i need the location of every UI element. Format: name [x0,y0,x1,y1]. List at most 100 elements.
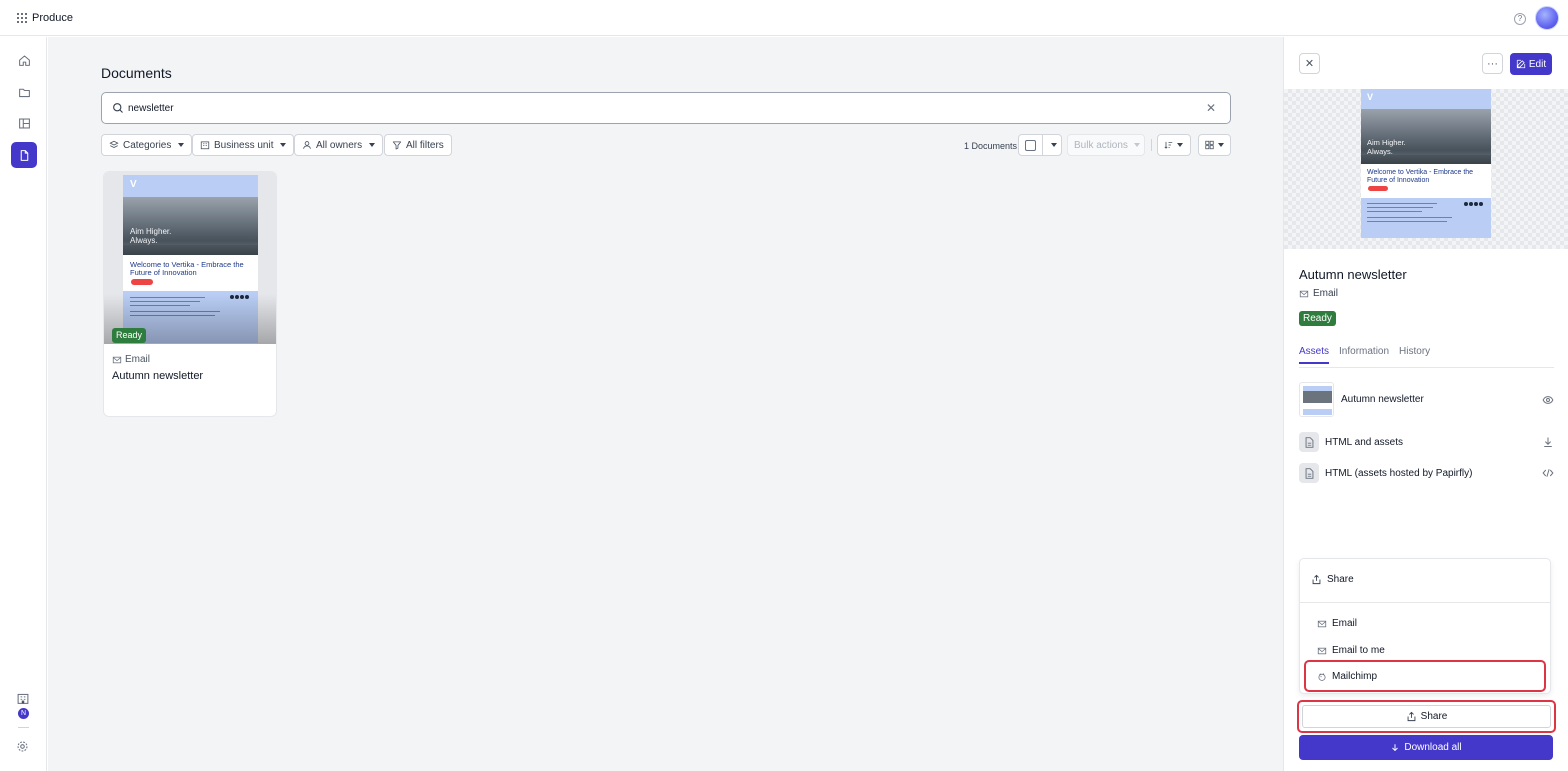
select-options-toggle[interactable] [1042,135,1061,155]
preview-tagline-2: Always. [1367,146,1393,156]
all-filters-button[interactable]: All filters [384,134,452,156]
download-all-label: Download all [1404,742,1462,753]
select-all-checkbox-cell[interactable] [1019,135,1042,155]
search-input[interactable] [128,100,1188,117]
download-icon [1392,743,1399,751]
app-switcher[interactable]: Produce [17,12,73,24]
menu-item-label: Email [1332,618,1358,629]
sidebar-item-documents[interactable] [11,142,37,168]
panel-tabs: Assets Information History [1299,346,1430,364]
asset-row[interactable]: HTML and assets [1299,432,1554,452]
email-icon [112,356,122,363]
sort-icon [1164,141,1173,149]
file-icon [1299,432,1319,452]
sidebar-item-templates[interactable] [11,110,37,136]
all-filters-label: All filters [406,139,444,151]
chevron-down-icon [178,143,185,147]
newsletter-cta [131,279,153,285]
brand-logo-icon: V [1367,92,1374,102]
menu-divider [1300,602,1550,603]
gear-icon [17,741,28,752]
document-icon [20,149,28,161]
owners-label: All owners [316,139,363,151]
user-icon [303,141,311,149]
share-button-inner[interactable]: Share [1302,705,1551,728]
email-icon [1299,290,1309,297]
edit-label: Edit [1528,58,1547,70]
share-menu: Share Email Email to me Mailchimp [1299,558,1551,694]
edit-icon [1516,59,1525,69]
tab-information[interactable]: Information [1339,346,1389,364]
search-icon [113,103,123,113]
asset-label: HTML and assets [1325,436,1403,448]
share-button[interactable]: Share [1297,700,1556,733]
categories-filter[interactable]: Categories [101,134,193,156]
email-icon [1317,647,1327,654]
tab-assets[interactable]: Assets [1299,346,1330,364]
sidebar-item-home[interactable] [11,47,37,73]
select-all-control[interactable] [1018,134,1062,156]
view-mode-button[interactable] [1198,134,1231,156]
document-name[interactable]: Autumn newsletter [112,370,203,382]
share-email-to-me-option[interactable]: Email to me [1317,645,1385,656]
clear-search-icon[interactable]: ✕ [1206,101,1216,115]
status-badge: Ready [1299,310,1336,326]
sidebar-divider [18,727,29,728]
share-icon [1312,574,1321,585]
ellipsis-icon: ··· [1487,57,1498,70]
more-options-button[interactable]: ··· [1482,53,1503,74]
toolbar-divider [1151,139,1152,151]
email-icon [1317,620,1327,627]
status-badge: Ready [112,327,147,343]
documents-main: Documents ✕ Categories Business unit All… [48,37,1283,771]
chevron-down-icon [1218,143,1224,147]
eye-icon[interactable] [1542,394,1554,406]
share-button-label: Share [1420,711,1448,722]
asset-label: Autumn newsletter [1341,394,1424,405]
newsletter-tagline-1: Aim Higher. [130,227,172,236]
download-all-button[interactable]: Download all [1299,735,1553,760]
settings-button[interactable] [16,740,29,756]
folder-icon [18,88,30,97]
chevron-down-icon [280,143,287,147]
sort-button[interactable] [1157,134,1191,156]
top-bar: Produce ? [0,0,1568,36]
document-details-panel: ✕ ··· Edit V Aim Higher. Always. Welcome… [1283,37,1568,771]
bulk-actions-button[interactable]: Bulk actions [1067,134,1145,156]
code-icon[interactable] [1542,467,1554,479]
owners-filter[interactable]: All owners [294,134,384,156]
home-icon [18,55,30,66]
brand-logo-icon: V [130,179,137,190]
document-type: Email [112,354,150,365]
edit-button[interactable]: Edit [1510,53,1552,75]
chevron-down-icon [1133,143,1140,147]
chevron-down-icon [1050,143,1057,147]
document-card[interactable]: V Aim Higher. Always. Welcome to Vertika… [103,171,277,417]
app-name: Produce [32,12,73,24]
tab-history[interactable]: History [1399,346,1430,364]
close-panel-button[interactable]: ✕ [1299,53,1320,74]
document-type: Email [1299,288,1338,299]
business-unit-filter[interactable]: Business unit [192,134,295,156]
mailchimp-highlight [1304,660,1546,692]
file-icon [1299,463,1319,483]
apps-grid-icon [17,13,27,23]
chevron-down-icon [369,143,376,147]
help-icon[interactable]: ? [1514,13,1526,25]
sidebar-item-folders[interactable] [11,79,37,105]
select-all-checkbox[interactable] [1025,139,1036,151]
tabs-divider [1299,367,1554,368]
categories-label: Categories [123,139,172,151]
document-count: 1 Documents [964,141,1018,151]
asset-row[interactable]: HTML (assets hosted by Papirfly) [1299,463,1554,483]
categories-icon [109,140,119,148]
document-type-label: Email [1313,288,1339,299]
workspace-switcher[interactable]: N [16,692,32,722]
share-icon [1407,711,1416,722]
download-icon[interactable] [1542,436,1554,448]
menu-item-label: Email to me [1332,645,1385,656]
avatar[interactable] [1535,6,1559,30]
asset-thumbnail [1299,382,1334,417]
asset-row[interactable]: Autumn newsletter [1299,382,1554,417]
share-email-option[interactable]: Email [1317,618,1357,629]
